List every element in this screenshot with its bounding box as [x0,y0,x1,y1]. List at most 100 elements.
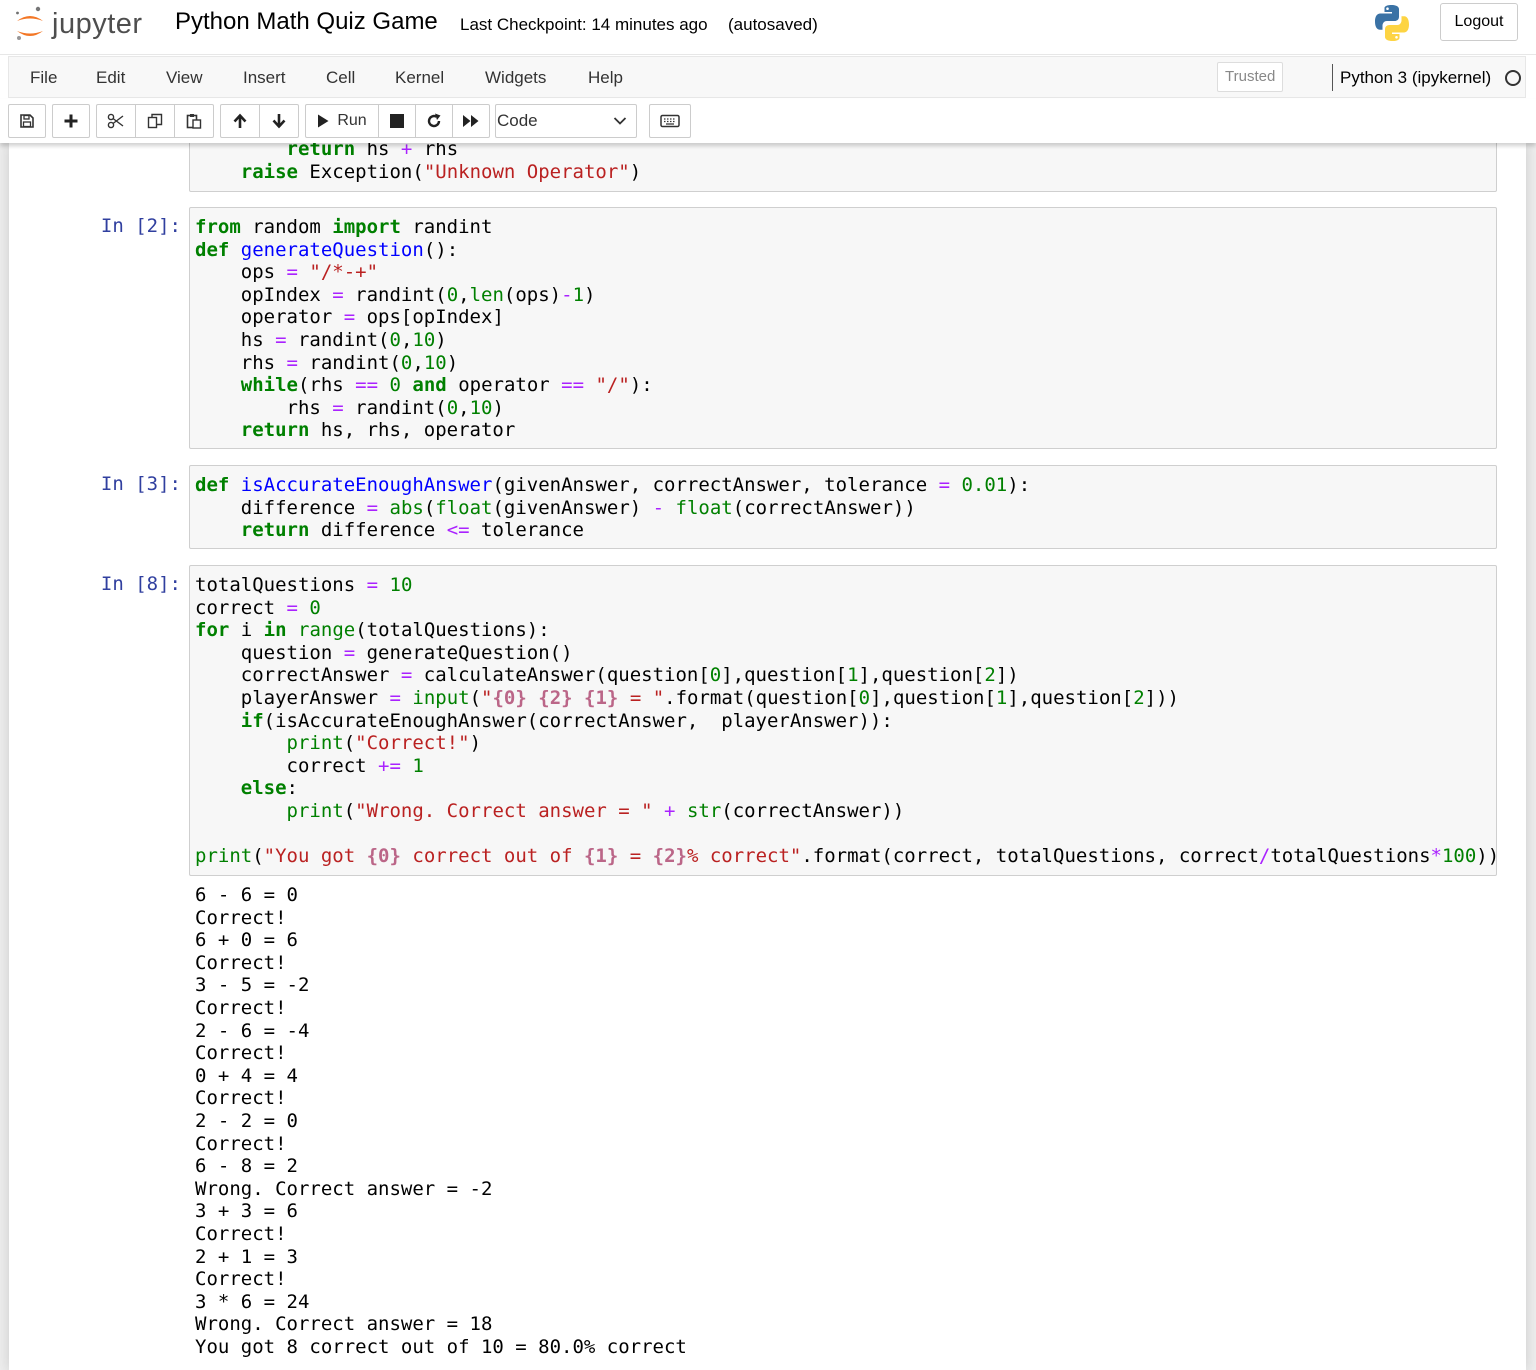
code-token: difference [309,519,447,542]
code-token: (correctAnswer)) [732,496,916,519]
code-token: Exception( [297,160,424,183]
code-line: hs = randint(0,10) [195,329,447,351]
menu-edit[interactable]: Edit [96,68,125,88]
toolbar: Run Code [0,99,1536,143]
menubar: File Edit View Insert Cell Kernel Widget… [8,56,1526,98]
code-token: correct [195,754,379,777]
output-line: 6 - 8 = 2 [195,1155,298,1178]
scissors-icon [107,113,124,129]
code-token: , [458,283,470,306]
code-token: = [343,641,356,664]
code-token: {2} [652,845,687,868]
menu-cell[interactable]: Cell [326,68,355,88]
code-line: ops = "/*-+" [195,261,378,283]
insert-cell-button[interactable] [52,104,90,138]
code-token: ops [195,261,287,284]
code-token: .format(question[ [664,686,859,709]
code-token: def [195,238,230,261]
menu-file[interactable]: File [30,68,57,88]
code-token: print [286,732,344,755]
plus-icon [64,114,78,128]
paste-button[interactable] [174,104,214,138]
code-token: = [366,496,379,519]
code-token: "Wrong. Correct answer = " [355,799,653,822]
restart-icon [427,113,441,128]
logout-button[interactable]: Logout [1440,3,1518,41]
code-token: , [458,396,470,419]
code-token: - [652,496,665,519]
move-down-button[interactable] [259,104,299,138]
code-cell-1[interactable]: return hs + rhs raise Exception("Unknown… [189,143,1497,192]
notebook-site[interactable]: return hs + rhs raise Exception("Unknown… [0,143,1536,1370]
code-token: .format(correct, totalQuestions, correct [801,845,1259,868]
code-line: return difference <= tolerance [195,519,584,541]
code-token: = [286,261,298,284]
trusted-indicator[interactable]: Trusted [1217,62,1284,92]
copy-button[interactable] [135,104,175,138]
code-token: i [229,619,264,642]
menu-kernel[interactable]: Kernel [395,68,444,88]
output-line: 3 - 5 = -2 [195,974,310,997]
move-up-button[interactable] [220,104,260,138]
cell-1-source[interactable]: return hs + rhs raise Exception("Unknown… [190,143,1496,183]
menu-widgets[interactable]: Widgets [485,68,546,88]
restart-run-all-button[interactable] [452,104,490,138]
code-token: tolerance [469,519,584,542]
code-line: while(rhs == 0 and operator == "/"): [195,374,653,396]
code-token: (rhs [297,374,356,397]
checkpoint-status: Last Checkpoint: 14 minutes ago [460,15,708,34]
code-token: question [195,641,344,664]
code-line: print("Correct!") [195,732,482,755]
cell-type-select[interactable]: Code [495,104,637,138]
code-token: str [686,799,722,822]
menu-help[interactable]: Help [588,68,623,88]
kernel-name[interactable]: Python 3 (ipykernel) [1340,68,1491,88]
cut-button[interactable] [96,104,136,138]
run-button[interactable]: Run [305,104,379,138]
logo-text: jupyter [52,7,143,40]
cell-3-source[interactable]: def isAccurateEnoughAnswer(givenAnswer, … [190,466,1496,542]
code-token: return [240,519,310,542]
code-token: randint( [343,283,447,306]
code-token: ( [423,496,436,519]
code-token: generateQuestion() [355,641,573,664]
code-token: ): [629,374,653,397]
code-cell-2[interactable]: from random import randint def generateQ… [189,207,1497,449]
jupyter-logo[interactable]: jupyter [14,4,143,44]
code-token: range [298,619,356,642]
cell-4-source[interactable]: totalQuestions = 10 correct = 0 for i in… [190,566,1499,868]
code-token: operator [446,374,562,397]
code-cell-4[interactable]: totalQuestions = 10 correct = 0 for i in… [189,565,1499,876]
restart-kernel-button[interactable] [415,104,453,138]
code-token: input [412,686,470,709]
code-token: " [481,686,493,709]
notebook-container: return hs + rhs raise Exception("Unknown… [9,143,1526,1370]
menu-insert[interactable]: Insert [243,68,286,88]
notebook-title[interactable]: Python Math Quiz Game [175,8,438,36]
save-button[interactable] [8,104,46,138]
arrow-up-icon [233,113,247,128]
code-cell-3[interactable]: def isAccurateEnoughAnswer(givenAnswer, … [189,465,1497,549]
code-token: return [240,419,310,442]
menu-view[interactable]: View [166,68,203,88]
code-token: = [618,845,653,868]
code-token: operator [195,306,344,329]
code-token: randint( [286,328,390,351]
code-token: ],question[ [1007,686,1134,709]
cell-2-source[interactable]: from random import randint def generateQ… [190,208,1496,442]
fast-forward-icon [463,115,479,127]
code-token: 0 [400,351,413,374]
output-line: Correct! [195,1042,287,1065]
kernel-idle-indicator-icon [1505,70,1521,86]
code-token: {0} [366,845,401,868]
command-palette-button[interactable] [649,104,691,138]
interrupt-kernel-button[interactable] [378,104,416,138]
